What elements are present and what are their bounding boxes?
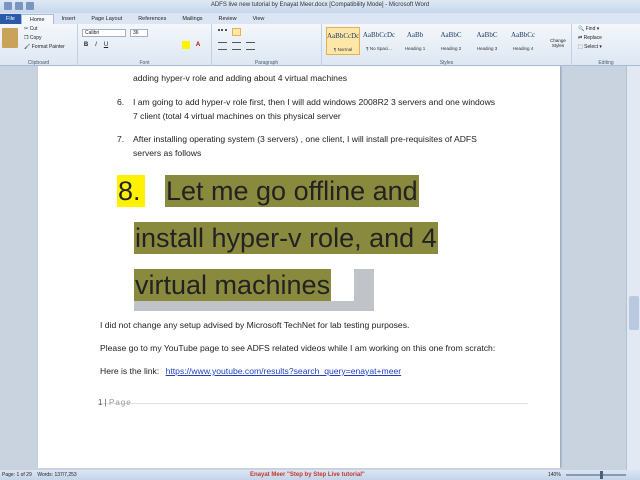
text-line: After installing operating system (3 ser… xyxy=(133,134,477,144)
tab-references[interactable]: References xyxy=(130,14,174,24)
style-heading-3[interactable]: AaBbC Heading 3 xyxy=(470,27,504,55)
clipboard-group: ✂ Cut ❐ Copy 🖌 Format Painter Clipboard xyxy=(0,24,78,66)
format-painter-button[interactable]: 🖌 Format Painter xyxy=(24,44,65,50)
list-number-highlighted: 8. xyxy=(117,175,145,207)
document-area[interactable]: adding hyper-v role and adding about 4 v… xyxy=(18,66,626,468)
page-count[interactable]: Page: 1 of 29 xyxy=(2,472,32,478)
page-footer: 1 | Page xyxy=(98,398,132,407)
word-icon[interactable] xyxy=(4,2,12,10)
zoom-slider-knob[interactable] xyxy=(600,471,603,479)
style-sample: AaBbCc xyxy=(510,31,536,39)
tab-review[interactable]: Review xyxy=(211,14,245,24)
text-line: adding hyper-v role and adding about 4 v… xyxy=(133,73,348,83)
font-family-select[interactable]: Calibri xyxy=(82,29,126,37)
vertical-scrollbar[interactable] xyxy=(626,66,640,470)
zoom-level[interactable]: 140% xyxy=(548,470,561,480)
underline-button[interactable]: U xyxy=(102,41,110,49)
text-line: Here is the link: https://www.youtube.co… xyxy=(100,366,401,376)
text-line: Please go to my YouTube page to see ADFS… xyxy=(100,343,496,353)
tab-file[interactable]: File xyxy=(0,14,21,24)
style-name: Heading 4 xyxy=(512,46,534,51)
quick-access-toolbar xyxy=(4,2,34,10)
style-name: Heading 2 xyxy=(440,46,462,51)
numbering-icon[interactable] xyxy=(232,28,241,36)
link-label: Here is the link: xyxy=(100,366,160,376)
tab-page-layout[interactable]: Page Layout xyxy=(83,14,130,24)
youtube-link[interactable]: https://www.youtube.com/results?search_q… xyxy=(166,366,402,376)
tab-home[interactable]: Home xyxy=(20,14,54,24)
style-heading-4[interactable]: AaBbCc Heading 4 xyxy=(506,27,540,55)
style-name: ¶ Normal xyxy=(333,47,353,52)
style-heading-2[interactable]: AaBbC Heading 2 xyxy=(434,27,468,55)
align-center-icon[interactable] xyxy=(232,42,241,50)
style-name: ¶ No Spaci... xyxy=(366,46,392,51)
minimize-button[interactable] xyxy=(584,1,602,11)
undo-icon[interactable] xyxy=(26,2,34,10)
tab-view[interactable]: View xyxy=(245,14,273,24)
document-page[interactable]: adding hyper-v role and adding about 4 v… xyxy=(38,66,560,468)
text-line: servers as follows xyxy=(133,148,202,158)
text-line: I did not change any setup advised by Mi… xyxy=(100,320,410,330)
style-name: Heading 1 xyxy=(404,46,426,51)
author-banner: Enayat Meer "Step by Step Live tutorial" xyxy=(250,472,365,478)
selection-highlight xyxy=(354,269,374,301)
selection-highlight xyxy=(134,301,374,311)
select-button[interactable]: ⬚ Select ▾ xyxy=(578,44,602,50)
style-sample: AaBb xyxy=(406,31,424,39)
style-normal[interactable]: AaBbCcDc ¶ Normal xyxy=(326,27,360,55)
selected-heading-line: Let me go offline and xyxy=(165,175,419,207)
footer-divider xyxy=(98,403,528,404)
selected-heading-line: virtual machines xyxy=(134,269,332,301)
text-line: 7 client (total 4 virtual machines on th… xyxy=(133,111,341,121)
save-icon[interactable] xyxy=(15,2,23,10)
bold-button[interactable]: B xyxy=(82,41,90,49)
align-right-icon[interactable] xyxy=(246,42,255,50)
list-number: 6. xyxy=(117,97,125,107)
footer-page-number: 1 | xyxy=(98,398,107,407)
text-line: I am going to add hyper-v role first, th… xyxy=(133,97,496,107)
cut-button[interactable]: ✂ Cut xyxy=(24,26,37,32)
style-sample: AaBbCcDc xyxy=(362,31,396,39)
word-count[interactable]: Words: 137/7,253 xyxy=(37,472,76,478)
vertical-ruler xyxy=(0,66,18,470)
italic-button[interactable]: I xyxy=(92,41,100,49)
scrollbar-thumb[interactable] xyxy=(629,296,639,330)
replace-button[interactable]: ⇄ Replace xyxy=(578,35,602,41)
style-no-spacing[interactable]: AaBbCcDc ¶ No Spaci... xyxy=(362,27,396,55)
zoom-slider[interactable] xyxy=(566,474,626,476)
style-sample: AaBbCcDc xyxy=(327,32,360,40)
highlight-icon[interactable] xyxy=(182,41,190,49)
font-size-select[interactable]: 36 xyxy=(130,29,148,37)
tab-mailings[interactable]: Mailings xyxy=(174,14,210,24)
change-styles-button[interactable]: Change Styles xyxy=(546,38,570,48)
style-sample: AaBbC xyxy=(440,31,462,39)
footer-page-label: Page xyxy=(108,398,132,407)
selected-heading-line: install hyper-v role, and 4 xyxy=(134,222,438,254)
close-button[interactable] xyxy=(620,1,638,11)
paste-icon[interactable] xyxy=(2,28,18,48)
style-name: Heading 3 xyxy=(476,46,498,51)
status-bar: Page: 1 of 29 Words: 137/7,253 Enayat Me… xyxy=(0,470,640,480)
maximize-button[interactable] xyxy=(602,1,620,11)
copy-button[interactable]: ❐ Copy xyxy=(24,35,42,41)
style-heading-1[interactable]: AaBb Heading 1 xyxy=(398,27,432,55)
list-number: 7. xyxy=(117,134,125,144)
bullets-icon[interactable] xyxy=(218,29,227,37)
align-left-icon[interactable] xyxy=(218,42,227,50)
title-bar: ADFS live new tutorial by Enayat Meer.do… xyxy=(0,0,640,13)
tab-insert[interactable]: Insert xyxy=(54,14,84,24)
ribbon: ✂ Cut ❐ Copy 🖌 Format Painter Clipboard … xyxy=(0,24,640,66)
paragraph-group: Paragraph xyxy=(212,24,322,66)
find-button[interactable]: 🔍 Find ▾ xyxy=(578,26,599,32)
ribbon-tabs: File Home Insert Page Layout References … xyxy=(0,13,640,24)
font-group: Calibri 36 B I U A Font xyxy=(78,24,212,66)
styles-group: AaBbCcDc ¶ Normal AaBbCcDc ¶ No Spaci...… xyxy=(322,24,572,66)
style-sample: AaBbC xyxy=(476,31,498,39)
status-page-words: Page: 1 of 29 Words: 137/7,253 xyxy=(2,470,77,480)
window-title: ADFS live new tutorial by Enayat Meer.do… xyxy=(210,2,430,8)
editing-group: 🔍 Find ▾ ⇄ Replace ⬚ Select ▾ Editing xyxy=(572,24,640,66)
font-color-icon[interactable]: A xyxy=(194,41,202,49)
